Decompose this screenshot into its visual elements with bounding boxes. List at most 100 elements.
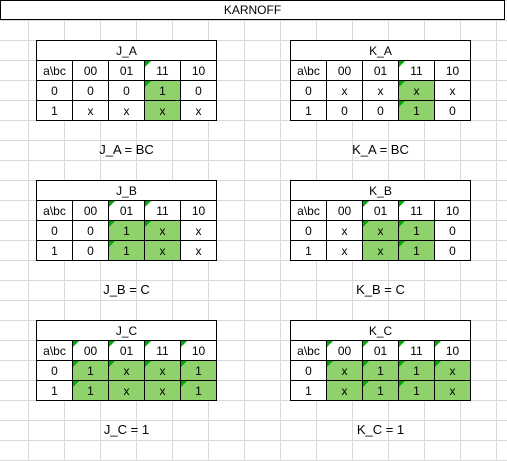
kmap-cell[interactable]: x [144, 240, 181, 261]
kmap-cell[interactable]: 1 [362, 360, 399, 381]
kmap-cell[interactable]: x [362, 240, 399, 261]
kmap-name[interactable]: J_A [36, 40, 217, 61]
kmap-cell[interactable]: x [144, 220, 181, 241]
kmap-cell[interactable]: x [326, 380, 363, 401]
col-header[interactable]: 11 [398, 60, 435, 81]
col-header[interactable]: 10 [434, 340, 471, 361]
equation-j-b[interactable]: J_B = C [36, 282, 217, 297]
kmap-cell[interactable]: 1 [180, 380, 217, 401]
kmap-cell[interactable]: 0 [180, 80, 217, 101]
kmap-cell[interactable]: 0 [434, 220, 471, 241]
row-header[interactable]: 0 [36, 80, 73, 101]
row-header[interactable]: 0 [36, 220, 73, 241]
corner-header[interactable]: a\bc [36, 340, 73, 361]
corner-header[interactable]: a\bc [290, 200, 327, 221]
kmap-k-b[interactable]: K_B a\bc 00 01 11 10 0 x x 1 0 1 x x 1 0 [290, 180, 471, 261]
kmap-j-a[interactable]: J_A a\bc 00 01 11 10 0 0 0 1 0 1 x x x x [36, 40, 217, 121]
row-header[interactable]: 1 [290, 240, 327, 261]
kmap-cell[interactable]: 0 [326, 100, 363, 121]
col-header[interactable]: 10 [180, 200, 217, 221]
kmap-j-c[interactable]: J_C a\bc 00 01 11 10 0 1 x x 1 1 1 x x 1 [36, 320, 217, 401]
kmap-cell[interactable]: 1 [362, 380, 399, 401]
col-header[interactable]: 10 [180, 340, 217, 361]
kmap-name[interactable]: K_A [290, 40, 471, 61]
kmap-k-a[interactable]: K_A a\bc 00 01 11 10 0 x x x x 1 0 0 1 0 [290, 40, 471, 121]
col-header[interactable]: 10 [434, 60, 471, 81]
kmap-cell[interactable]: x [180, 220, 217, 241]
kmap-cell[interactable]: 1 [108, 240, 145, 261]
col-header[interactable]: 00 [72, 200, 109, 221]
kmap-cell[interactable]: 1 [144, 80, 181, 101]
col-header[interactable]: 11 [398, 340, 435, 361]
corner-header[interactable]: a\bc [290, 340, 327, 361]
col-header[interactable]: 01 [362, 340, 399, 361]
kmap-cell[interactable]: x [144, 100, 181, 121]
equation-k-b[interactable]: K_B = C [290, 282, 471, 297]
equation-j-c[interactable]: J_C = 1 [36, 422, 217, 437]
kmap-cell[interactable]: x [180, 100, 217, 121]
kmap-cell[interactable]: 0 [72, 240, 109, 261]
col-header[interactable]: 01 [108, 340, 145, 361]
row-header[interactable]: 1 [290, 100, 327, 121]
col-header[interactable]: 11 [144, 200, 181, 221]
kmap-cell[interactable]: 1 [398, 360, 435, 381]
corner-header[interactable]: a\bc [36, 60, 73, 81]
kmap-cell[interactable]: x [144, 360, 181, 381]
kmap-cell[interactable]: 1 [398, 100, 435, 121]
kmap-cell[interactable]: 1 [108, 220, 145, 241]
row-header[interactable]: 1 [36, 100, 73, 121]
kmap-name[interactable]: K_B [290, 180, 471, 201]
kmap-j-b[interactable]: J_B a\bc 00 01 11 10 0 0 1 x x 1 0 1 x x [36, 180, 217, 261]
col-header[interactable]: 10 [434, 200, 471, 221]
kmap-cell[interactable]: x [398, 80, 435, 101]
equation-k-a[interactable]: K_A = BC [290, 142, 471, 157]
kmap-cell[interactable]: x [362, 80, 399, 101]
kmap-cell[interactable]: 1 [398, 240, 435, 261]
col-header[interactable]: 11 [398, 200, 435, 221]
kmap-cell[interactable]: x [326, 360, 363, 381]
kmap-cell[interactable]: 0 [362, 100, 399, 121]
kmap-cell[interactable]: x [108, 380, 145, 401]
col-header[interactable]: 01 [108, 60, 145, 81]
sheet-title[interactable]: KARNOFF [0, 0, 505, 20]
kmap-cell[interactable]: x [180, 240, 217, 261]
kmap-cell[interactable]: x [326, 220, 363, 241]
row-header[interactable]: 1 [290, 380, 327, 401]
kmap-cell[interactable]: x [108, 100, 145, 121]
kmap-k-c[interactable]: K_C a\bc 00 01 11 10 0 x 1 1 x 1 x 1 1 x [290, 320, 471, 401]
kmap-cell[interactable]: 1 [72, 380, 109, 401]
kmap-cell[interactable]: x [72, 100, 109, 121]
kmap-cell[interactable]: x [108, 360, 145, 381]
kmap-name[interactable]: J_B [36, 180, 217, 201]
row-header[interactable]: 1 [36, 240, 73, 261]
equation-k-c[interactable]: K_C = 1 [290, 422, 471, 437]
row-header[interactable]: 1 [36, 380, 73, 401]
col-header[interactable]: 00 [326, 340, 363, 361]
col-header[interactable]: 00 [72, 340, 109, 361]
kmap-cell[interactable]: 0 [434, 100, 471, 121]
col-header[interactable]: 01 [362, 200, 399, 221]
kmap-name[interactable]: K_C [290, 320, 471, 341]
kmap-cell[interactable]: 1 [72, 360, 109, 381]
kmap-cell[interactable]: 0 [72, 80, 109, 101]
kmap-cell[interactable]: x [434, 380, 471, 401]
kmap-name[interactable]: J_C [36, 320, 217, 341]
kmap-cell[interactable]: 1 [398, 380, 435, 401]
corner-header[interactable]: a\bc [36, 200, 73, 221]
col-header[interactable]: 11 [144, 340, 181, 361]
row-header[interactable]: 0 [290, 220, 327, 241]
kmap-cell[interactable]: x [144, 380, 181, 401]
col-header[interactable]: 11 [144, 60, 181, 81]
kmap-cell[interactable]: x [326, 80, 363, 101]
row-header[interactable]: 0 [290, 80, 327, 101]
kmap-cell[interactable]: 0 [72, 220, 109, 241]
col-header[interactable]: 10 [180, 60, 217, 81]
kmap-cell[interactable]: 1 [398, 220, 435, 241]
kmap-cell[interactable]: x [434, 80, 471, 101]
col-header[interactable]: 01 [108, 200, 145, 221]
kmap-cell[interactable]: x [362, 220, 399, 241]
equation-j-a[interactable]: J_A = BC [36, 142, 217, 157]
row-header[interactable]: 0 [290, 360, 327, 381]
kmap-cell[interactable]: 1 [180, 360, 217, 381]
kmap-cell[interactable]: x [326, 240, 363, 261]
